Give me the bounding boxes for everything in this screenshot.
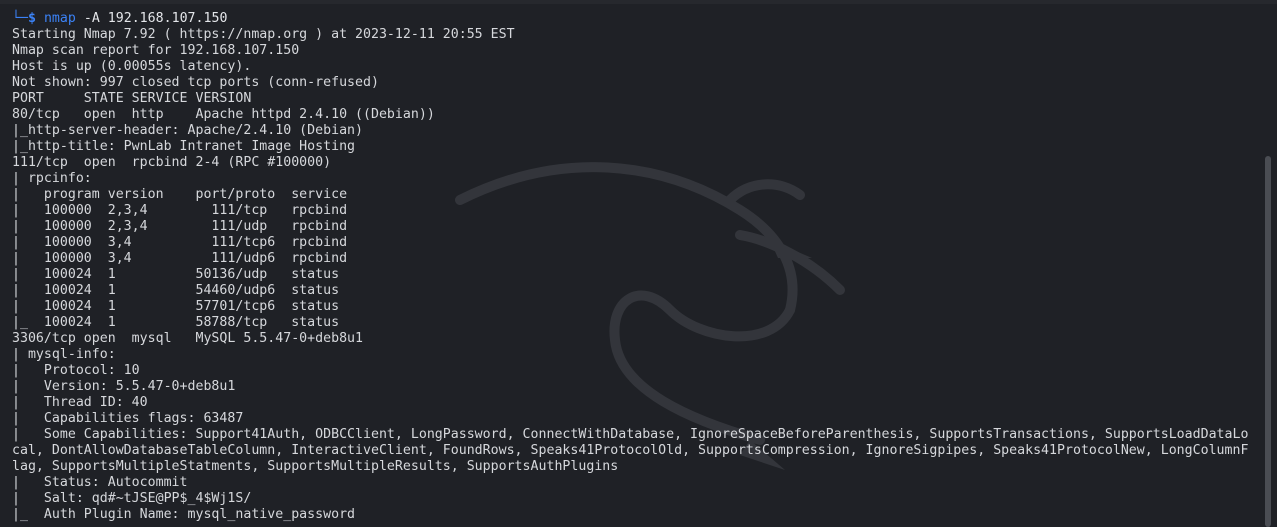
prompt-corner: └─ <box>12 11 28 26</box>
output-line: | Status: Autocommit <box>12 475 188 490</box>
output-line: | 100000 3,4 111/tcp6 rpcbind <box>12 235 348 250</box>
output-line: cal, DontAllowDatabaseTableColumn, Inter… <box>12 443 1249 458</box>
output-line: | mysql-info: <box>12 347 116 362</box>
command-prompt[interactable]: └─$ nmap -A 192.168.107.150 <box>12 11 227 27</box>
terminal-top-edge <box>0 0 1277 4</box>
output-line: |_ Auth Plugin Name: mysql_native_passwo… <box>12 507 356 522</box>
output-line: |_http-server-header: Apache/2.4.10 (Deb… <box>12 123 363 138</box>
output-line: | Protocol: 10 <box>12 363 140 378</box>
output-line: Not shown: 997 closed tcp ports (conn-re… <box>12 75 379 90</box>
output-line: 111/tcp open rpcbind 2-4 (RPC #100000) <box>12 155 332 170</box>
output-line: | Thread ID: 40 <box>12 395 148 410</box>
output-line: | 100000 2,3,4 111/tcp rpcbind <box>12 203 348 218</box>
terminal-output: Starting Nmap 7.92 ( https://nmap.org ) … <box>12 27 1257 523</box>
output-line: | Salt: qd#~tJSE@PP$_4$Wj1S/ <box>12 491 252 506</box>
output-line: PORT STATE SERVICE VERSION <box>12 91 252 106</box>
output-line: 3306/tcp open mysql MySQL 5.5.47-0+deb8u… <box>12 331 363 346</box>
terminal-window[interactable]: └─$ nmap -A 192.168.107.150 Starting Nma… <box>0 0 1277 527</box>
command-name: nmap <box>43 11 76 26</box>
output-line: | Some Capabilities: Support41Auth, ODBC… <box>12 427 1249 442</box>
output-line: | Capabilities flags: 63487 <box>12 411 244 426</box>
output-line: | rpcinfo: <box>12 171 92 186</box>
output-line: | 100000 2,3,4 111/udp rpcbind <box>12 219 348 234</box>
output-line: Host is up (0.00055s latency). <box>12 59 252 74</box>
output-line: |_ 100024 1 58788/tcp status <box>12 315 340 330</box>
output-line: 80/tcp open http Apache httpd 2.4.10 ((D… <box>12 107 435 122</box>
output-line: |_http-title: PwnLab Intranet Image Host… <box>12 139 356 154</box>
output-line: | 100024 1 57701/tcp6 status <box>12 299 340 314</box>
output-line: Nmap scan report for 192.168.107.150 <box>12 43 300 58</box>
prompt-symbol: $ <box>27 11 36 26</box>
output-line: | 100024 1 54460/udp6 status <box>12 283 340 298</box>
output-line: | Version: 5.5.47-0+deb8u1 <box>12 379 236 394</box>
output-line: Starting Nmap 7.92 ( https://nmap.org ) … <box>12 27 515 42</box>
command-arguments: -A 192.168.107.150 <box>75 11 228 26</box>
output-line: | program version port/proto service <box>12 187 348 202</box>
output-line: lag, SupportsMultipleStatments, Supports… <box>12 459 619 474</box>
output-line: | 100024 1 50136/udp status <box>12 267 340 282</box>
vertical-scrollbar[interactable] <box>1265 156 1271 527</box>
output-line: | 100000 3,4 111/udp6 rpcbind <box>12 251 348 266</box>
